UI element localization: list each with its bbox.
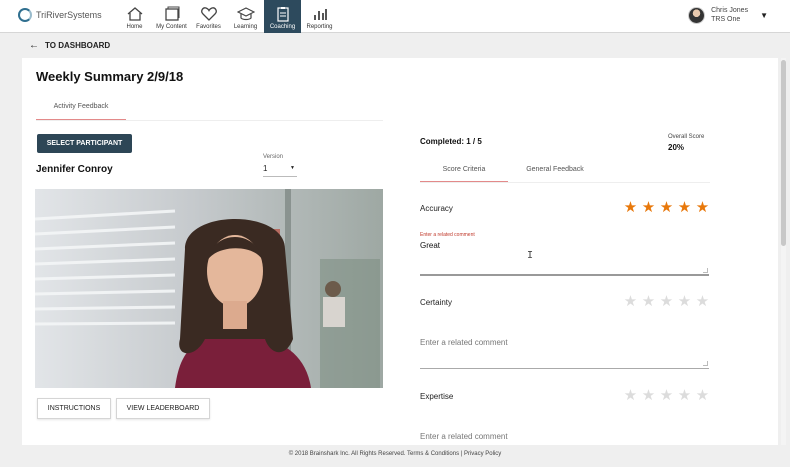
text-cursor-icon: I [527,250,534,261]
user-name: Chris Jones [711,7,749,14]
star-icon[interactable]: ★ [658,294,675,309]
star-icon[interactable]: ★ [640,388,657,403]
nav-my-content-label: My Content [156,24,187,30]
page-title: Weekly Summary 2/9/18 [36,69,184,84]
heart-icon [200,7,217,21]
nav-favorites-label: Favorites [196,24,221,30]
user-org: TRS One [711,16,741,23]
graduation-cap-icon [236,7,255,21]
comment-hint-accuracy: Enter a related comment [420,232,475,238]
nav-coaching[interactable]: Coaching [264,0,301,33]
criterion-label-expertise: Expertise [420,392,454,401]
home-icon [127,7,142,21]
comment-field-certainty[interactable]: Enter a related comment [420,333,709,369]
user-menu[interactable]: Chris Jones TRS One ▼ [688,6,768,24]
star-icon[interactable]: ★ [694,388,711,403]
nav-learning[interactable]: Learning [227,0,264,33]
brand-logo[interactable]: TriRiverSystems [18,8,102,22]
video-frame [35,189,383,388]
comment-text-accuracy: Great [420,241,441,250]
rating-stars-accuracy[interactable]: ★ ★ ★ ★ ★ [622,200,711,215]
star-icon[interactable]: ★ [622,294,639,309]
star-icon[interactable]: ★ [676,200,693,215]
nav-home-label: Home [126,24,143,30]
scrollbar-thumb[interactable] [781,60,786,246]
comment-field-expertise[interactable]: Enter a related comment [420,427,709,443]
star-icon[interactable]: ★ [694,200,711,215]
tab-divider [36,120,383,121]
participant-name: Jennifer Conroy [36,164,113,175]
completed-count: Completed: 1 / 5 [420,137,482,146]
star-icon[interactable]: ★ [640,200,657,215]
overall-score-label: Overall Score [668,134,705,140]
brand-name: TriRiverSystems [36,10,102,20]
right-tab-divider [420,182,710,183]
main-nav: Home My Content Favorites Learning Coach… [116,0,338,33]
resize-grip-icon[interactable] [703,268,708,273]
clipboard-icon [276,7,289,22]
rating-stars-certainty[interactable]: ★ ★ ★ ★ ★ [622,294,711,309]
nav-reporting-label: Reporting [306,24,333,30]
tab-activity-feedback[interactable]: Activity Feedback [36,97,126,121]
version-label: Version [263,154,284,160]
user-info: Chris Jones TRS One [711,6,748,24]
back-to-dashboard-link[interactable]: ← TO DASHBOARD [29,40,110,51]
nav-my-content[interactable]: My Content [153,0,190,33]
nav-home[interactable]: Home [116,0,153,33]
rating-stars-expertise[interactable]: ★ ★ ★ ★ ★ [622,388,711,403]
nav-coaching-label: Coaching [269,24,296,30]
star-icon[interactable]: ★ [640,294,657,309]
comment-underline [420,368,709,369]
logo-icon [18,8,32,22]
star-icon[interactable]: ★ [676,294,693,309]
comment-placeholder-expertise: Enter a related comment [420,432,508,441]
avatar [688,6,706,24]
version-select[interactable]: 1 ▼ [263,164,297,177]
star-icon[interactable]: ★ [694,294,711,309]
folder-icon [164,6,179,21]
version-value: 1 [263,164,268,173]
star-icon[interactable]: ★ [658,200,675,215]
bar-chart-icon [313,9,327,20]
criterion-label-certainty: Certainty [420,298,453,307]
tab-general-feedback[interactable]: General Feedback [510,158,600,183]
tab-score-criteria[interactable]: Score Criteria [420,158,508,183]
resize-grip-icon[interactable] [703,361,708,366]
overall-score-value: 20% [668,143,685,152]
top-bar: TriRiverSystems Home My Content Favorite… [0,0,790,33]
star-icon[interactable]: ★ [622,388,639,403]
footer: © 2018 Brainshark Inc. All Rights Reserv… [0,448,790,467]
comment-underline [420,274,709,276]
nav-reporting[interactable]: Reporting [301,0,338,33]
star-icon[interactable]: ★ [676,388,693,403]
star-icon[interactable]: ★ [658,388,675,403]
comment-placeholder-certainty: Enter a related comment [420,338,508,347]
caret-down-icon: ▼ [760,10,768,20]
comment-field-accuracy[interactable]: Enter a related comment Great [420,232,709,276]
back-link-label: TO DASHBOARD [45,41,111,50]
nav-learning-label: Learning [233,24,258,30]
video-player[interactable] [35,189,383,388]
instructions-button[interactable]: INSTRUCTIONS [37,398,111,419]
caret-down-icon: ▼ [290,165,295,171]
criterion-label-accuracy: Accuracy [420,204,453,213]
arrow-left-icon: ← [29,40,39,51]
view-leaderboard-button[interactable]: VIEW LEADERBOARD [116,398,210,419]
star-icon[interactable]: ★ [622,200,639,215]
nav-favorites[interactable]: Favorites [190,0,227,33]
select-participant-button[interactable]: SELECT PARTICIPANT [37,134,132,153]
scrollbar[interactable] [781,58,786,445]
